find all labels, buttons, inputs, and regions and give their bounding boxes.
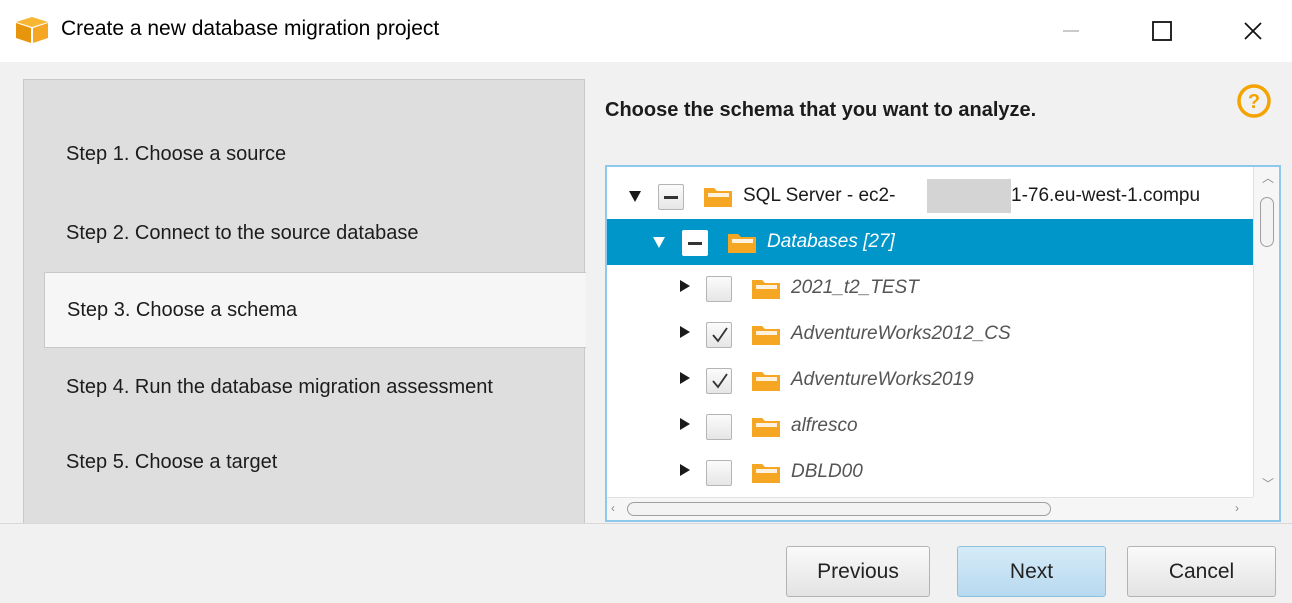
window-title: Create a new database migration project — [61, 17, 440, 40]
help-icon[interactable]: ? — [1236, 83, 1272, 119]
tree-row-item[interactable]: alfresco — [607, 403, 1253, 449]
horizontal-scroll-thumb[interactable] — [627, 502, 1051, 516]
tree-row-item[interactable]: AdventureWorks2019 — [607, 357, 1253, 403]
horizontal-scrollbar[interactable]: ‹ › — [607, 497, 1253, 520]
database-icon — [752, 372, 780, 391]
tree-row-item[interactable]: 2021_t2_TEST — [607, 265, 1253, 311]
folder-icon — [728, 234, 756, 253]
folder-icon — [704, 188, 732, 207]
svg-text:?: ? — [1248, 91, 1260, 113]
maximize-button[interactable] — [1131, 0, 1193, 62]
footer-bar: Previous Next Cancel — [0, 523, 1292, 603]
scroll-down-icon[interactable]: ﹀ — [1262, 475, 1274, 492]
step-4[interactable]: Step 4. Run the database migration asses… — [44, 349, 586, 425]
next-button[interactable]: Next — [957, 546, 1106, 597]
maximize-icon — [1152, 21, 1172, 41]
database-icon — [752, 464, 780, 483]
tree-row-item[interactable]: AdventureWorks2012_CS — [607, 311, 1253, 357]
item-checkbox-checked[interactable] — [706, 368, 732, 394]
scroll-corner — [1253, 497, 1279, 520]
collapse-arrow-icon[interactable] — [680, 372, 690, 384]
item-label: DBLD00 — [791, 461, 863, 482]
redacted-block — [927, 179, 1011, 213]
checkmark-icon — [712, 373, 728, 389]
item-label: 2021_t2_TEST — [791, 277, 919, 298]
vertical-scrollbar[interactable]: ︿ ﹀ — [1253, 167, 1279, 497]
root-checkbox[interactable] — [658, 184, 684, 210]
item-checkbox[interactable] — [706, 460, 732, 486]
previous-button[interactable]: Previous — [786, 546, 930, 597]
tree-row-item[interactable]: DBLD00 — [607, 449, 1253, 495]
database-icon — [752, 418, 780, 437]
item-checkbox[interactable] — [706, 276, 732, 302]
close-icon — [1244, 22, 1262, 40]
collapse-arrow-icon[interactable] — [680, 464, 690, 476]
checkmark-icon — [712, 327, 728, 343]
database-icon — [752, 280, 780, 299]
schema-heading: Choose the schema that you want to analy… — [605, 99, 1037, 121]
main-area: Step 1. Choose a source Step 2. Connect … — [0, 62, 1292, 523]
collapse-arrow-icon[interactable] — [680, 326, 690, 338]
steps-panel: Step 1. Choose a source Step 2. Connect … — [23, 79, 586, 523]
title-bar: Create a new database migration project — [0, 0, 1292, 62]
database-icon — [752, 326, 780, 345]
item-checkbox[interactable] — [706, 414, 732, 440]
collapse-arrow-icon[interactable] — [680, 418, 690, 430]
item-checkbox-checked[interactable] — [706, 322, 732, 348]
tree-row-databases[interactable]: Databases [27] — [607, 219, 1253, 265]
tree-row-root[interactable]: SQL Server - ec2- 1-76.eu-west-1.compu — [607, 173, 1253, 219]
item-label: AdventureWorks2012_CS — [791, 323, 1011, 344]
step-3-active[interactable]: Step 3. Choose a schema — [44, 272, 586, 348]
item-label: AdventureWorks2019 — [791, 369, 974, 390]
expand-arrow-icon[interactable] — [653, 237, 665, 248]
step-2[interactable]: Step 2. Connect to the source database — [44, 195, 586, 271]
root-label-suffix: 1-76.eu-west-1.compu — [1011, 185, 1201, 206]
scroll-left-icon[interactable]: ‹ — [611, 501, 615, 515]
collapse-arrow-icon[interactable] — [680, 280, 690, 292]
expand-arrow-icon[interactable] — [629, 191, 641, 202]
root-label-prefix: SQL Server - ec2- — [743, 185, 896, 206]
step-1[interactable]: Step 1. Choose a source — [44, 116, 586, 192]
scroll-right-icon[interactable]: › — [1235, 501, 1239, 515]
scroll-up-icon[interactable]: ︿ — [1262, 169, 1274, 186]
minimize-button[interactable] — [1040, 0, 1102, 62]
item-label: alfresco — [791, 415, 858, 436]
close-button[interactable] — [1222, 0, 1284, 62]
databases-label: Databases [27] — [767, 231, 895, 252]
step-5[interactable]: Step 5. Choose a target — [44, 424, 586, 500]
schema-tree[interactable]: SQL Server - ec2- 1-76.eu-west-1.compu D… — [605, 165, 1281, 522]
vertical-scroll-thumb[interactable] — [1260, 197, 1274, 247]
aws-cube-icon — [16, 17, 48, 43]
cancel-button[interactable]: Cancel — [1127, 546, 1276, 597]
databases-checkbox[interactable] — [682, 230, 708, 256]
minimize-icon — [1063, 30, 1079, 32]
